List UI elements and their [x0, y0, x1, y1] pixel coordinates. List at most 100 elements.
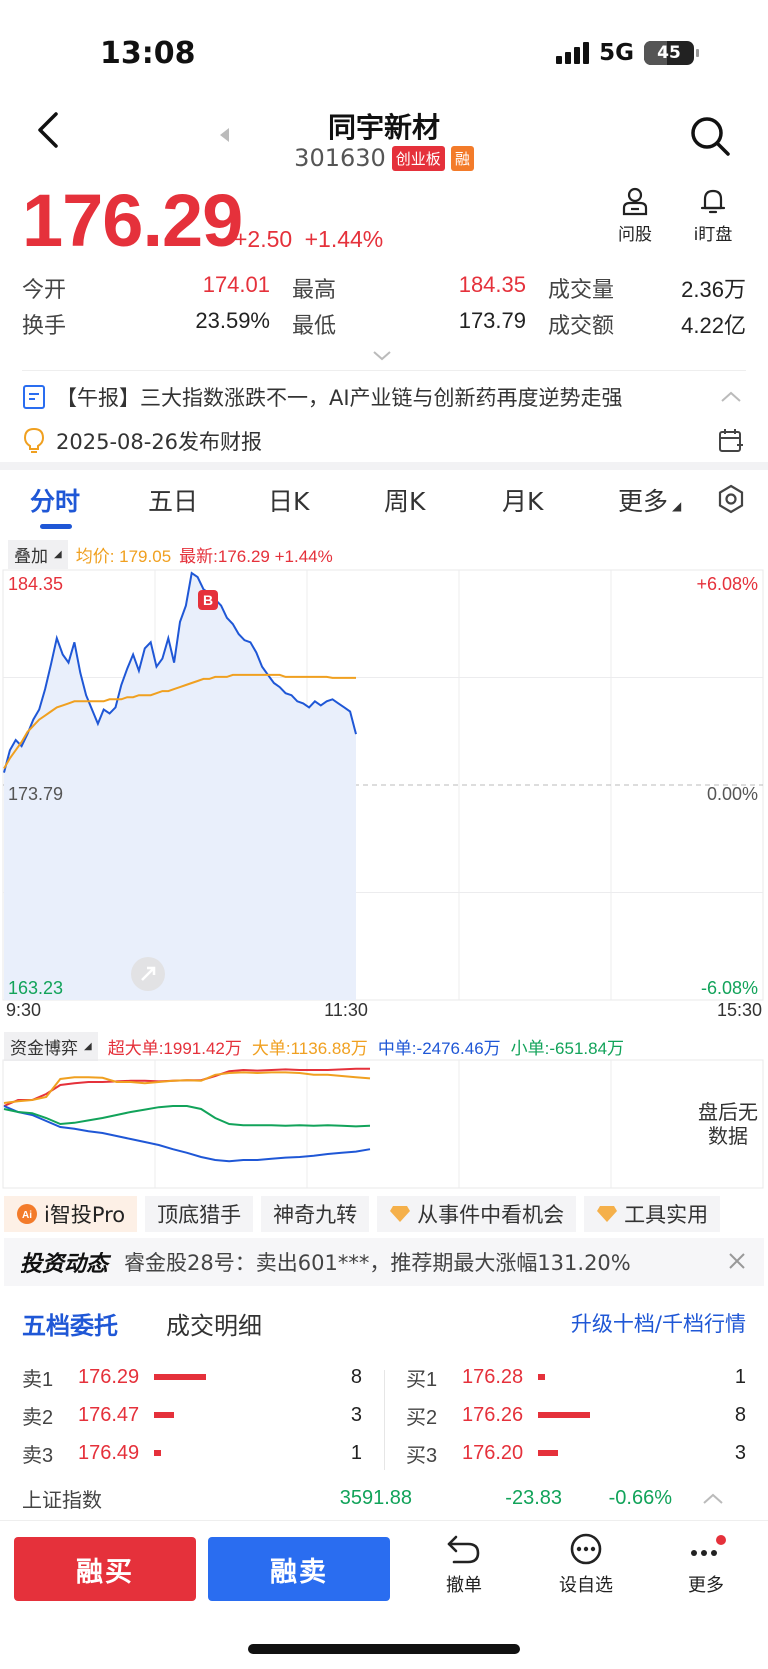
stats-row-1: 今开 174.01 最高 184.35 成交量 2.36万 — [22, 272, 746, 304]
report-date: 2025-08-26发布财报 — [56, 430, 263, 454]
calendar-add-icon[interactable] — [718, 428, 744, 454]
fund-line-小单 — [3, 1105, 371, 1128]
fund-chart-grid — [2, 1059, 764, 1189]
intraday-chart[interactable]: B 184.35 173.79 163.23 +6.08% 0.00% -6.0… — [2, 568, 766, 1020]
pct-label-high: +6.08% — [696, 574, 758, 594]
margin-sell-button[interactable]: 融卖 — [208, 1537, 390, 1601]
pct-label-mid: 0.00% — [707, 784, 758, 804]
change-percent: +1.44% — [304, 226, 384, 252]
stats-row-2: 换手 23.59% 最低 173.79 成交额 4.22亿 — [22, 308, 746, 340]
add-watchlist-button[interactable]: 设自选 — [546, 1533, 626, 1597]
tool-chip-event[interactable]: 从事件中看机会 — [377, 1196, 577, 1232]
ask-stock-button[interactable]: 问股 — [600, 186, 670, 245]
amount-label: 成交额 — [548, 313, 615, 338]
volume-value: 2.36万 — [681, 277, 746, 302]
buy-orders: 买1 176.28 1 买2 176.26 8 买3 176.20 3 — [406, 1358, 746, 1472]
tab-monthly-k[interactable]: 月K — [502, 482, 543, 518]
lightbulb-icon — [23, 427, 45, 453]
high-value: 184.35 — [458, 272, 526, 297]
buy-bar — [538, 1374, 545, 1380]
buy-marker[interactable]: B — [198, 590, 218, 610]
battery-icon: 45 — [644, 41, 699, 65]
bottom-action-bar: 融买 融卖 撤单 设自选 更多 — [0, 1520, 768, 1620]
tab-more[interactable]: 更多 ◢ — [618, 482, 681, 518]
tab-weekly-k[interactable]: 周K — [384, 482, 425, 518]
expand-chart-button[interactable] — [131, 957, 165, 991]
buy-bar — [538, 1450, 558, 1456]
chevron-up-icon[interactable] — [720, 391, 742, 403]
open-label: 今开 — [22, 277, 67, 302]
tool-chip-bottom-top[interactable]: 顶底猎手 — [145, 1196, 254, 1232]
fund-flow-lines — [3, 1067, 371, 1163]
cancel-order-button[interactable]: 撤单 — [424, 1533, 504, 1597]
margin-tag: 融 — [450, 145, 474, 171]
small-order: 小单:-651.84万 — [510, 1039, 625, 1058]
report-row[interactable]: 2025-08-26发布财报 — [22, 426, 746, 456]
fund-flow-chip[interactable]: 资金博弈 ◢ — [4, 1032, 98, 1061]
stock-subtitle: 301630 创业板 融 — [0, 144, 768, 172]
tab-trade-detail[interactable]: 成交明细 — [166, 1306, 262, 1341]
pct-label-low: -6.08% — [701, 978, 758, 998]
diamond-icon — [597, 1206, 618, 1222]
more-dots-icon — [691, 1535, 726, 1556]
sell-bar — [154, 1450, 161, 1456]
invest-news-bar[interactable]: 投资动态 睿金股28号：卖出601***，推荐期最大涨幅131.20% — [4, 1238, 764, 1286]
ai-badge-icon: Ai — [17, 1204, 37, 1224]
last-price: 176.29 — [22, 179, 243, 262]
large-order: 大单:1136.88万 — [251, 1039, 368, 1058]
settings-hexagon-icon[interactable] — [716, 484, 746, 514]
news-headline-row[interactable]: 【午报】三大指数涨跌不一，AI产业链与创新药再度逆势走强 — [22, 382, 746, 412]
x-label-close: 15:30 — [717, 1000, 762, 1020]
active-tab-underline — [40, 524, 72, 529]
overlay-row: 叠加 ◢ 均价: 179.05 最新:176.29 +1.44% — [8, 540, 333, 569]
sell-bar — [154, 1374, 206, 1380]
chevron-down-icon[interactable] — [372, 350, 392, 362]
watch-button[interactable]: i盯盘 — [678, 186, 748, 245]
more-button[interactable]: 更多 — [666, 1533, 746, 1597]
latest-price-label: 最新:176.29 +1.44% — [179, 547, 333, 566]
buy-marker-label: B — [203, 592, 213, 608]
fund-flow-chart[interactable] — [2, 1058, 766, 1190]
low-value: 173.79 — [458, 308, 526, 333]
index-change: -23.83 — [505, 1487, 562, 1509]
price-change: +2.50 +1.44% — [234, 226, 383, 253]
tool-chip-ai-pro[interactable]: Ai i智投Pro — [4, 1196, 138, 1232]
no-data-label: 盘后无数据 — [698, 1100, 758, 1148]
sell-row: 卖1 176.29 8 — [22, 1365, 362, 1391]
sell-orders: 卖1 176.29 8 卖2 176.47 3 卖3 176.49 1 — [22, 1358, 362, 1472]
tool-chip-nine-turn[interactable]: 神奇九转 — [261, 1196, 370, 1232]
user-question-icon — [622, 187, 648, 216]
undo-icon — [447, 1535, 480, 1564]
search-icon — [691, 117, 730, 156]
network-type: 5G — [599, 40, 634, 66]
invest-title: 投资动态 — [20, 1252, 109, 1277]
upgrade-link[interactable]: 升级十档/千档行情 — [571, 1308, 746, 1338]
buy-row: 买3 176.20 3 — [406, 1441, 746, 1467]
tab-daily-k[interactable]: 日K — [268, 482, 309, 518]
tool-chip-tools[interactable]: 工具实用 — [584, 1196, 721, 1232]
index-row[interactable]: 上证指数 3591.88 -23.83 -0.66% — [22, 1484, 746, 1513]
news-headline: 【午报】三大指数涨跌不一，AI产业链与创新药再度逆势走强 — [56, 386, 623, 410]
invest-text: 睿金股28号：卖出601***，推荐期最大涨幅131.20% — [124, 1251, 631, 1275]
tab-5day[interactable]: 五日 — [148, 482, 198, 518]
super-large-order: 超大单:1991.42万 — [107, 1039, 242, 1058]
overlay-chip[interactable]: 叠加 ◢ — [8, 540, 68, 569]
chat-dots-icon — [570, 1533, 602, 1565]
margin-buy-button[interactable]: 融买 — [14, 1537, 196, 1601]
y-label-low: 163.23 — [8, 978, 63, 998]
index-pct: -0.66% — [608, 1487, 672, 1509]
sell-bar — [154, 1412, 174, 1418]
high-label: 最高 — [292, 277, 337, 302]
chevron-up-icon[interactable] — [702, 1493, 724, 1505]
order-book-divider — [384, 1370, 385, 1470]
svg-text:Ai: Ai — [22, 1210, 32, 1221]
search-button[interactable] — [688, 114, 732, 158]
divider — [22, 370, 746, 371]
sell-row: 卖2 176.47 3 — [22, 1403, 362, 1429]
low-label: 最低 — [292, 313, 337, 338]
fund-flow-row: 资金博弈 ◢ 超大单:1991.42万 大单:1136.88万 中单:-2476.… — [4, 1032, 624, 1061]
tab-intraday[interactable]: 分时 — [30, 482, 80, 518]
close-icon[interactable] — [726, 1250, 748, 1272]
home-indicator — [248, 1644, 520, 1654]
tab-five-level[interactable]: 五档委托 — [22, 1306, 118, 1341]
